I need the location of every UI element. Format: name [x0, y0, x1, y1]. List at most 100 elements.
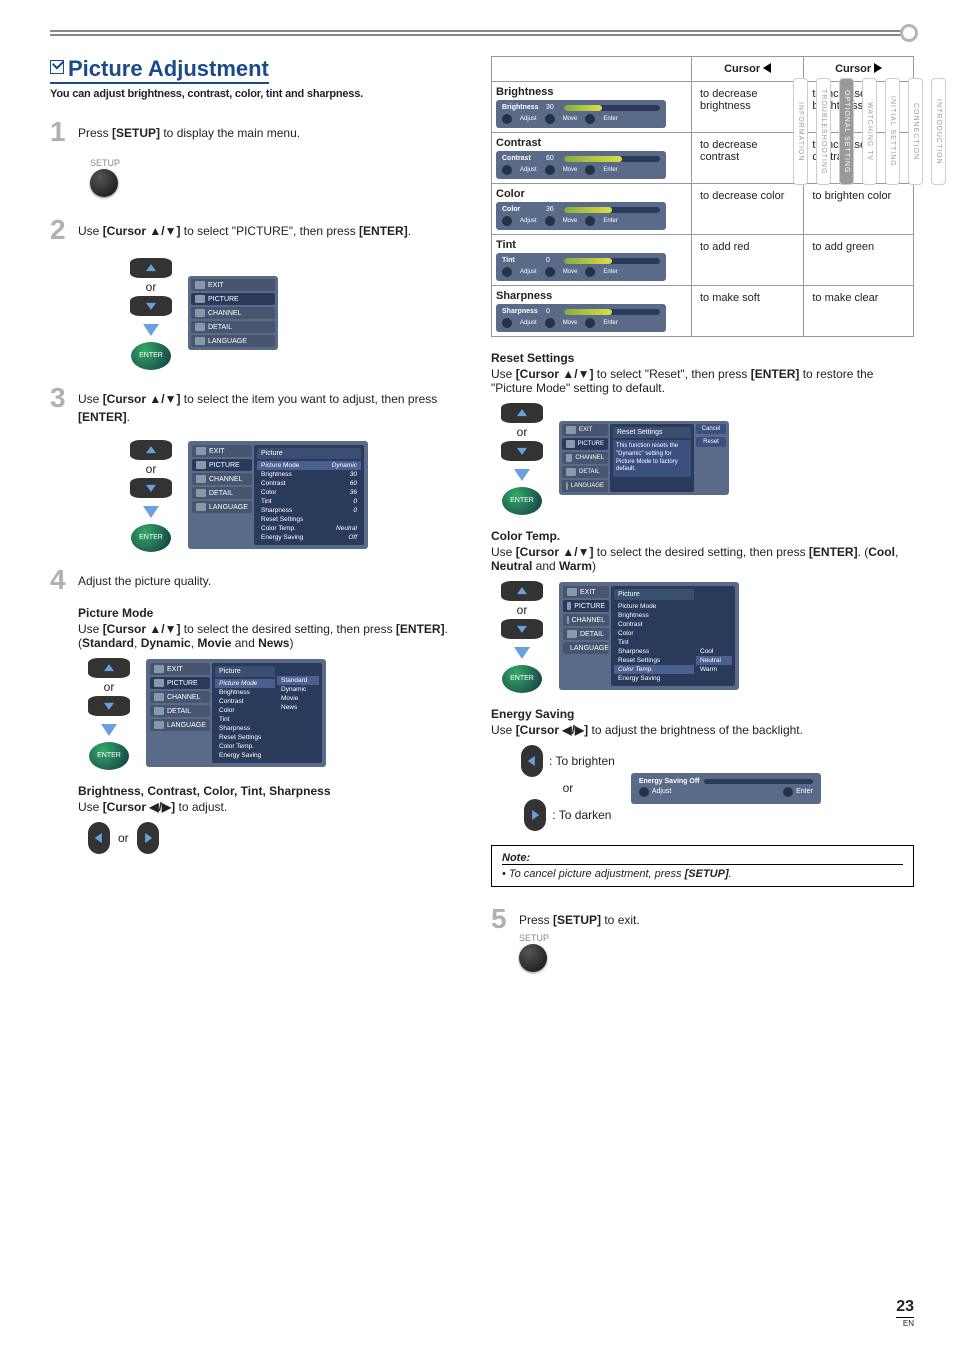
cursor-right-icon — [137, 822, 159, 854]
es-enter: Enter — [796, 788, 813, 795]
cursor-up-icon — [501, 581, 543, 601]
menu-row: Energy Saving — [215, 751, 275, 760]
menu-language: LANGUAGE — [563, 642, 609, 654]
step-number: 1 — [50, 118, 78, 146]
menu-detail: DETAIL — [563, 628, 609, 640]
cursor-down-icon — [130, 296, 172, 316]
cursor-right-icon — [524, 799, 546, 831]
menu-detail: DETAIL — [191, 321, 275, 333]
side-tab[interactable]: INITIAL SETTING — [885, 78, 900, 185]
opt: Dynamic — [277, 685, 319, 694]
energy-text: Use [Cursor ◀/▶] to adjust the brightnes… — [491, 723, 914, 737]
menu-row: Picture ModeDynamic — [257, 461, 361, 470]
side-tab[interactable]: OPTIONAL SETTING — [839, 78, 854, 185]
side-tabs: INTRODUCTION CONNECTION INITIAL SETTING … — [793, 78, 946, 185]
setup-label: SETUP — [519, 933, 914, 943]
picture-mode-menu-screenshot: EXIT PICTURE CHANNEL DETAIL LANGUAGE Pic… — [146, 659, 326, 767]
effect-right: to add green — [804, 235, 914, 286]
energy-heading: Energy Saving — [491, 707, 914, 721]
menu-picture: PICTURE — [563, 600, 609, 612]
effect-right: to brighten color — [804, 184, 914, 235]
menu-row: Reset Settings — [257, 515, 361, 524]
arrow-down-icon — [101, 724, 117, 736]
menu-language: LANGUAGE — [150, 719, 210, 731]
menu-channel: CHANNEL — [150, 691, 210, 703]
menu-exit: EXIT — [562, 424, 608, 436]
effect-left: to decrease contrast — [692, 133, 804, 184]
cursor-down-icon — [501, 619, 543, 639]
cursor-down-icon — [88, 696, 130, 716]
menu-row: Energy Saving — [614, 674, 694, 683]
es-label: Energy Saving Off — [639, 778, 700, 785]
step2-graphics: or ENTER EXIT PICTURE CHANNEL DETAIL LAN… — [90, 256, 473, 370]
side-tab[interactable]: WATCHING TV — [862, 78, 877, 185]
step-2: 2 Use [Cursor ▲/▼] to select "PICTURE", … — [50, 216, 473, 244]
step-number: 4 — [50, 566, 78, 594]
note-bullet: • To cancel picture adjustment, press [S… — [502, 868, 903, 880]
menu-picture: PICTURE — [562, 438, 608, 450]
top-rule — [50, 30, 914, 36]
menu-language: LANGUAGE — [192, 501, 252, 513]
note-box: Note: • To cancel picture adjustment, pr… — [491, 845, 914, 887]
check-icon — [50, 60, 64, 74]
menu-row: Tint — [215, 715, 275, 724]
param-cell: Color Color36 AdjustMoveEnter — [492, 184, 692, 235]
menu-channel: CHANNEL — [563, 614, 609, 626]
menu-row: Brightness30 — [257, 470, 361, 479]
effect-left: to decrease brightness — [692, 82, 804, 133]
enter-button-icon: ENTER — [131, 342, 171, 370]
colortemp-heading: Color Temp. — [491, 529, 914, 543]
arrow-down-icon — [514, 469, 530, 481]
or-label: or — [563, 781, 574, 795]
param-cell: Contrast Contrast60 AdjustMoveEnter — [492, 133, 692, 184]
side-tab[interactable]: CONNECTION — [908, 78, 923, 185]
menu-row: Color Temp.Neutral — [257, 524, 361, 533]
colortemp-text: Use [Cursor ▲/▼] to select the desired s… — [491, 545, 914, 573]
reset-heading: Reset Settings — [491, 351, 914, 365]
left-triangle-icon — [763, 63, 771, 73]
menu-row: Color Temp. — [215, 742, 275, 751]
reset-text: Use [Cursor ▲/▼] to select "Reset", then… — [491, 367, 914, 395]
cursor-up-icon — [130, 440, 172, 460]
th-empty — [492, 57, 692, 82]
cursor-left-icon — [88, 822, 110, 854]
brighten-label: : To brighten — [549, 754, 615, 768]
menu-channel: CHANNEL — [191, 307, 275, 319]
menu-screenshot: EXIT PICTURE CHANNEL DETAIL LANGUAGE — [188, 276, 278, 350]
reset-cancel: Cancel — [696, 424, 726, 434]
side-tab[interactable]: INTRODUCTION — [931, 78, 946, 185]
menu-row: Tint — [614, 638, 694, 647]
menu-row: Sharpness — [215, 724, 275, 733]
step-text: Press [SETUP] to display the main menu. — [78, 124, 473, 142]
setup-button-graphic: SETUP — [90, 158, 473, 200]
menu-header: Picture — [215, 666, 275, 677]
menu-row: Sharpness0 — [257, 506, 361, 515]
side-tab[interactable]: TROUBLESHOOTING — [816, 78, 831, 185]
enter-button-icon: ENTER — [89, 742, 129, 770]
opt: Standard — [277, 676, 319, 685]
param-cell: Sharpness Sharpness0 AdjustMoveEnter — [492, 286, 692, 337]
effect-left: to add red — [692, 235, 804, 286]
or-label: or — [104, 680, 115, 694]
menu-row: Reset Settings — [614, 656, 694, 665]
or-label: or — [517, 603, 528, 617]
menu-exit: EXIT — [191, 279, 275, 291]
energy-graphics: : To brighten or : To darken Energy Savi… — [521, 745, 914, 831]
step-number: 3 — [50, 384, 78, 426]
menu-row: Sharpness — [614, 647, 694, 656]
step-number: 5 — [491, 905, 519, 975]
side-tab[interactable]: INFORMATION — [793, 78, 808, 185]
reset-reset: Reset — [696, 437, 726, 447]
menu-detail: DETAIL — [562, 466, 608, 478]
effect-left: to decrease color — [692, 184, 804, 235]
note-header: Note: — [502, 852, 903, 865]
or-label: or — [146, 280, 157, 294]
th-cursor-left: Cursor — [692, 57, 804, 82]
cursor-left-icon — [521, 745, 543, 777]
effect-left: to make soft — [692, 286, 804, 337]
menu-row: Contrast60 — [257, 479, 361, 488]
menu-channel: CHANNEL — [192, 473, 252, 485]
step-text: Press [SETUP] to exit. — [519, 911, 914, 929]
step-text: Use [Cursor ▲/▼] to select "PICTURE", th… — [78, 222, 473, 240]
title-text: Picture Adjustment — [68, 56, 269, 81]
